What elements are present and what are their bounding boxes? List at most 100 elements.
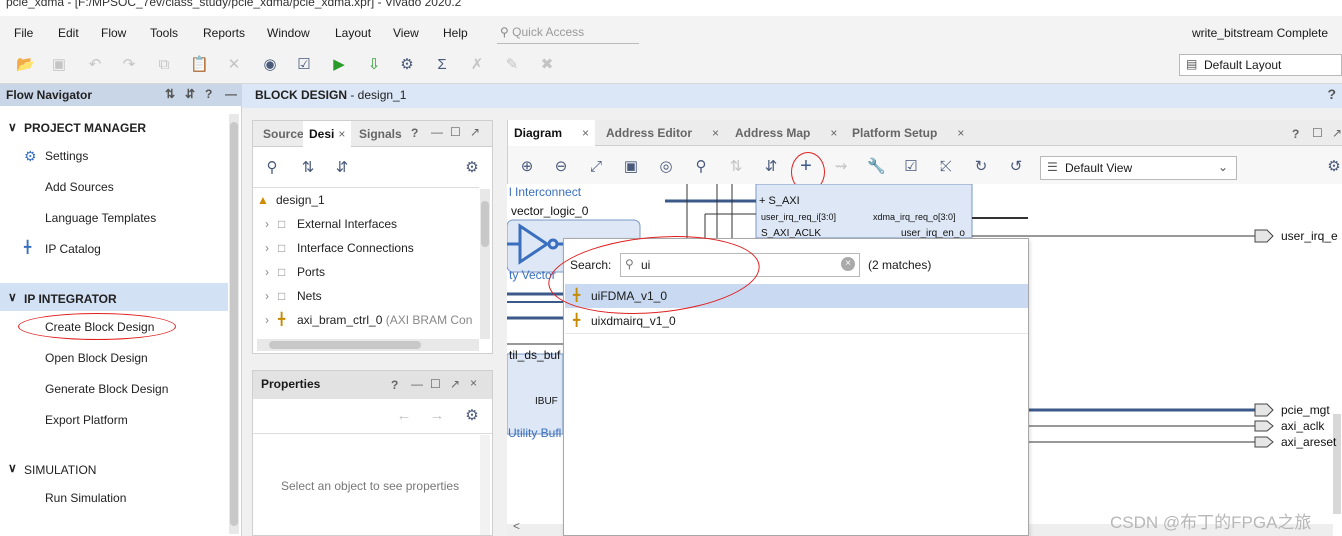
close-icon[interactable]: × [470,376,477,390]
tab-address-map[interactable]: Address Map × [729,120,843,146]
tree-root[interactable]: design_1 [276,193,325,207]
scrollbar-thumb[interactable] [230,122,238,526]
flow-navigator-scrollbar[interactable] [229,114,239,534]
collapse-icon[interactable]: ⇅ [727,158,745,176]
quick-access-input[interactable]: ⚲ Quick Access [497,22,639,44]
port-label[interactable]: user_irq_e [1281,229,1338,243]
tree-item[interactable]: External Interfaces [297,217,397,231]
help-icon[interactable]: ? [205,87,212,101]
properties-scrollbar[interactable] [480,435,490,535]
search-icon[interactable]: ⚲ [692,158,710,176]
tree-item[interactable]: Ports [297,265,325,279]
chevron-right-icon[interactable]: › [265,241,269,255]
back-arrow-icon[interactable]: ← [395,407,413,425]
zoom-area-icon[interactable]: ▣ [622,158,640,176]
close-icon[interactable]: × [830,126,837,140]
nav-generate-block-design[interactable]: Generate Block Design [45,382,168,396]
minimize-icon[interactable]: — [225,87,237,101]
help-icon[interactable]: ? [391,378,398,392]
close-icon[interactable]: × [582,126,589,140]
program-icon[interactable]: ⇩ [365,56,383,74]
menu-flow[interactable]: Flow [101,26,126,40]
nav-open-block-design[interactable]: Open Block Design [45,351,148,365]
nav-language-templates[interactable]: Language Templates [45,211,156,225]
run-icon[interactable]: ▶ [330,56,348,74]
binoculars-icon[interactable]: ◉ [261,56,279,74]
menu-reports[interactable]: Reports [203,26,245,40]
settings-gear-icon[interactable]: ⚙ [463,159,481,177]
chevron-down-icon[interactable]: ∨ [8,120,17,134]
scrollbar-thumb[interactable] [269,341,421,349]
edit-icon[interactable]: ✎ [503,56,521,74]
chevron-right-icon[interactable]: › [265,313,269,327]
sigma-icon[interactable]: Σ [433,56,451,74]
float-icon[interactable]: ↗ [1332,126,1342,140]
wrench-icon[interactable]: 🔧 [867,158,886,176]
zoom-out-icon[interactable]: ⊖ [552,158,570,176]
chevron-right-icon[interactable]: › [265,217,269,231]
pin-icon[interactable]: ✗ [468,56,486,74]
minimize-icon[interactable]: — [411,377,423,391]
menu-help[interactable]: Help [443,26,468,40]
nav-export-platform[interactable]: Export Platform [45,413,128,427]
close-icon[interactable]: × [338,127,345,141]
forward-arrow-icon[interactable]: → [428,407,446,425]
scroll-left-icon[interactable]: < [513,519,520,533]
help-icon[interactable]: ? [411,126,418,140]
refresh-icon[interactable]: ↻ [972,158,990,176]
maximize-icon[interactable]: ☐ [1312,126,1323,140]
settings-gear-icon[interactable]: ⚙ [1325,158,1342,176]
expand-all-icon[interactable]: ⇵ [185,87,195,101]
tab-address-editor[interactable]: Address Editor × [600,120,725,146]
tree-item[interactable]: Nets [297,289,322,303]
redo-icon[interactable]: ↷ [120,56,138,74]
port-label[interactable]: axi_areset [1281,435,1336,449]
tab-design[interactable]: Desi × [303,121,352,147]
tree-item[interactable]: Interface Connections [297,241,414,255]
copy-icon[interactable]: ⧉ [155,56,173,74]
open-project-icon[interactable]: 📂 [16,56,35,74]
maximize-icon[interactable]: ☐ [450,125,461,139]
zoom-fit-icon[interactable]: ⤢ [587,158,605,176]
help-icon[interactable]: ? [1327,86,1336,102]
close-icon[interactable]: × [957,126,964,140]
checkbox-icon[interactable]: ☑ [295,56,313,74]
port-label[interactable]: axi_aclk [1281,419,1324,433]
menu-edit[interactable]: Edit [58,26,79,40]
collapse-all-icon[interactable]: ⇅ [165,87,175,101]
nav-settings[interactable]: Settings [45,149,88,163]
auto-connect-icon[interactable]: ◎ [657,158,675,176]
collapse-icon[interactable]: ⇅ [299,159,317,177]
add-module-icon[interactable]: ⇝ [832,158,850,176]
tab-platform-setup[interactable]: Platform Setup × [846,120,970,146]
undo-icon[interactable]: ↶ [86,56,104,74]
search-icon[interactable]: ⚲ [263,159,281,177]
menu-tools[interactable]: Tools [150,26,178,40]
expand-icon[interactable]: ⇵ [333,159,351,177]
help-icon[interactable]: ? [1292,127,1299,141]
pin-icon[interactable]: ⤪ [937,158,955,176]
nav-run-simulation[interactable]: Run Simulation [45,491,126,505]
menu-view[interactable]: View [393,26,419,40]
tree-item[interactable]: axi_bram_ctrl_0 (AXI BRAM Con [297,313,472,327]
clear-icon[interactable]: × [841,257,855,271]
chevron-right-icon[interactable]: › [265,265,269,279]
maximize-icon[interactable]: ☐ [430,377,441,391]
section-ip-integrator[interactable]: IP INTEGRATOR [24,292,117,306]
nav-ip-catalog[interactable]: IP Catalog [45,242,101,256]
delete-icon[interactable]: ✕ [225,56,243,74]
paste-icon[interactable]: 📋 [190,56,209,74]
chevron-right-icon[interactable]: › [265,289,269,303]
minimize-icon[interactable]: — [431,125,443,139]
menu-layout[interactable]: Layout [335,26,371,40]
save-icon[interactable]: ▣ [50,56,68,74]
validate-icon[interactable]: ☑ [902,158,920,176]
menu-file[interactable]: File [14,26,33,40]
chevron-down-icon[interactable]: ∨ [8,290,17,304]
regenerate-icon[interactable]: ↺ [1007,158,1025,176]
tab-sources[interactable]: Source [257,121,310,147]
layout-dropdown[interactable]: ▤ Default Layout [1179,54,1342,76]
float-icon[interactable]: ↗ [450,377,460,391]
port-label[interactable]: pcie_mgt [1281,403,1330,417]
settings-gear-icon[interactable]: ⚙ [463,407,481,425]
